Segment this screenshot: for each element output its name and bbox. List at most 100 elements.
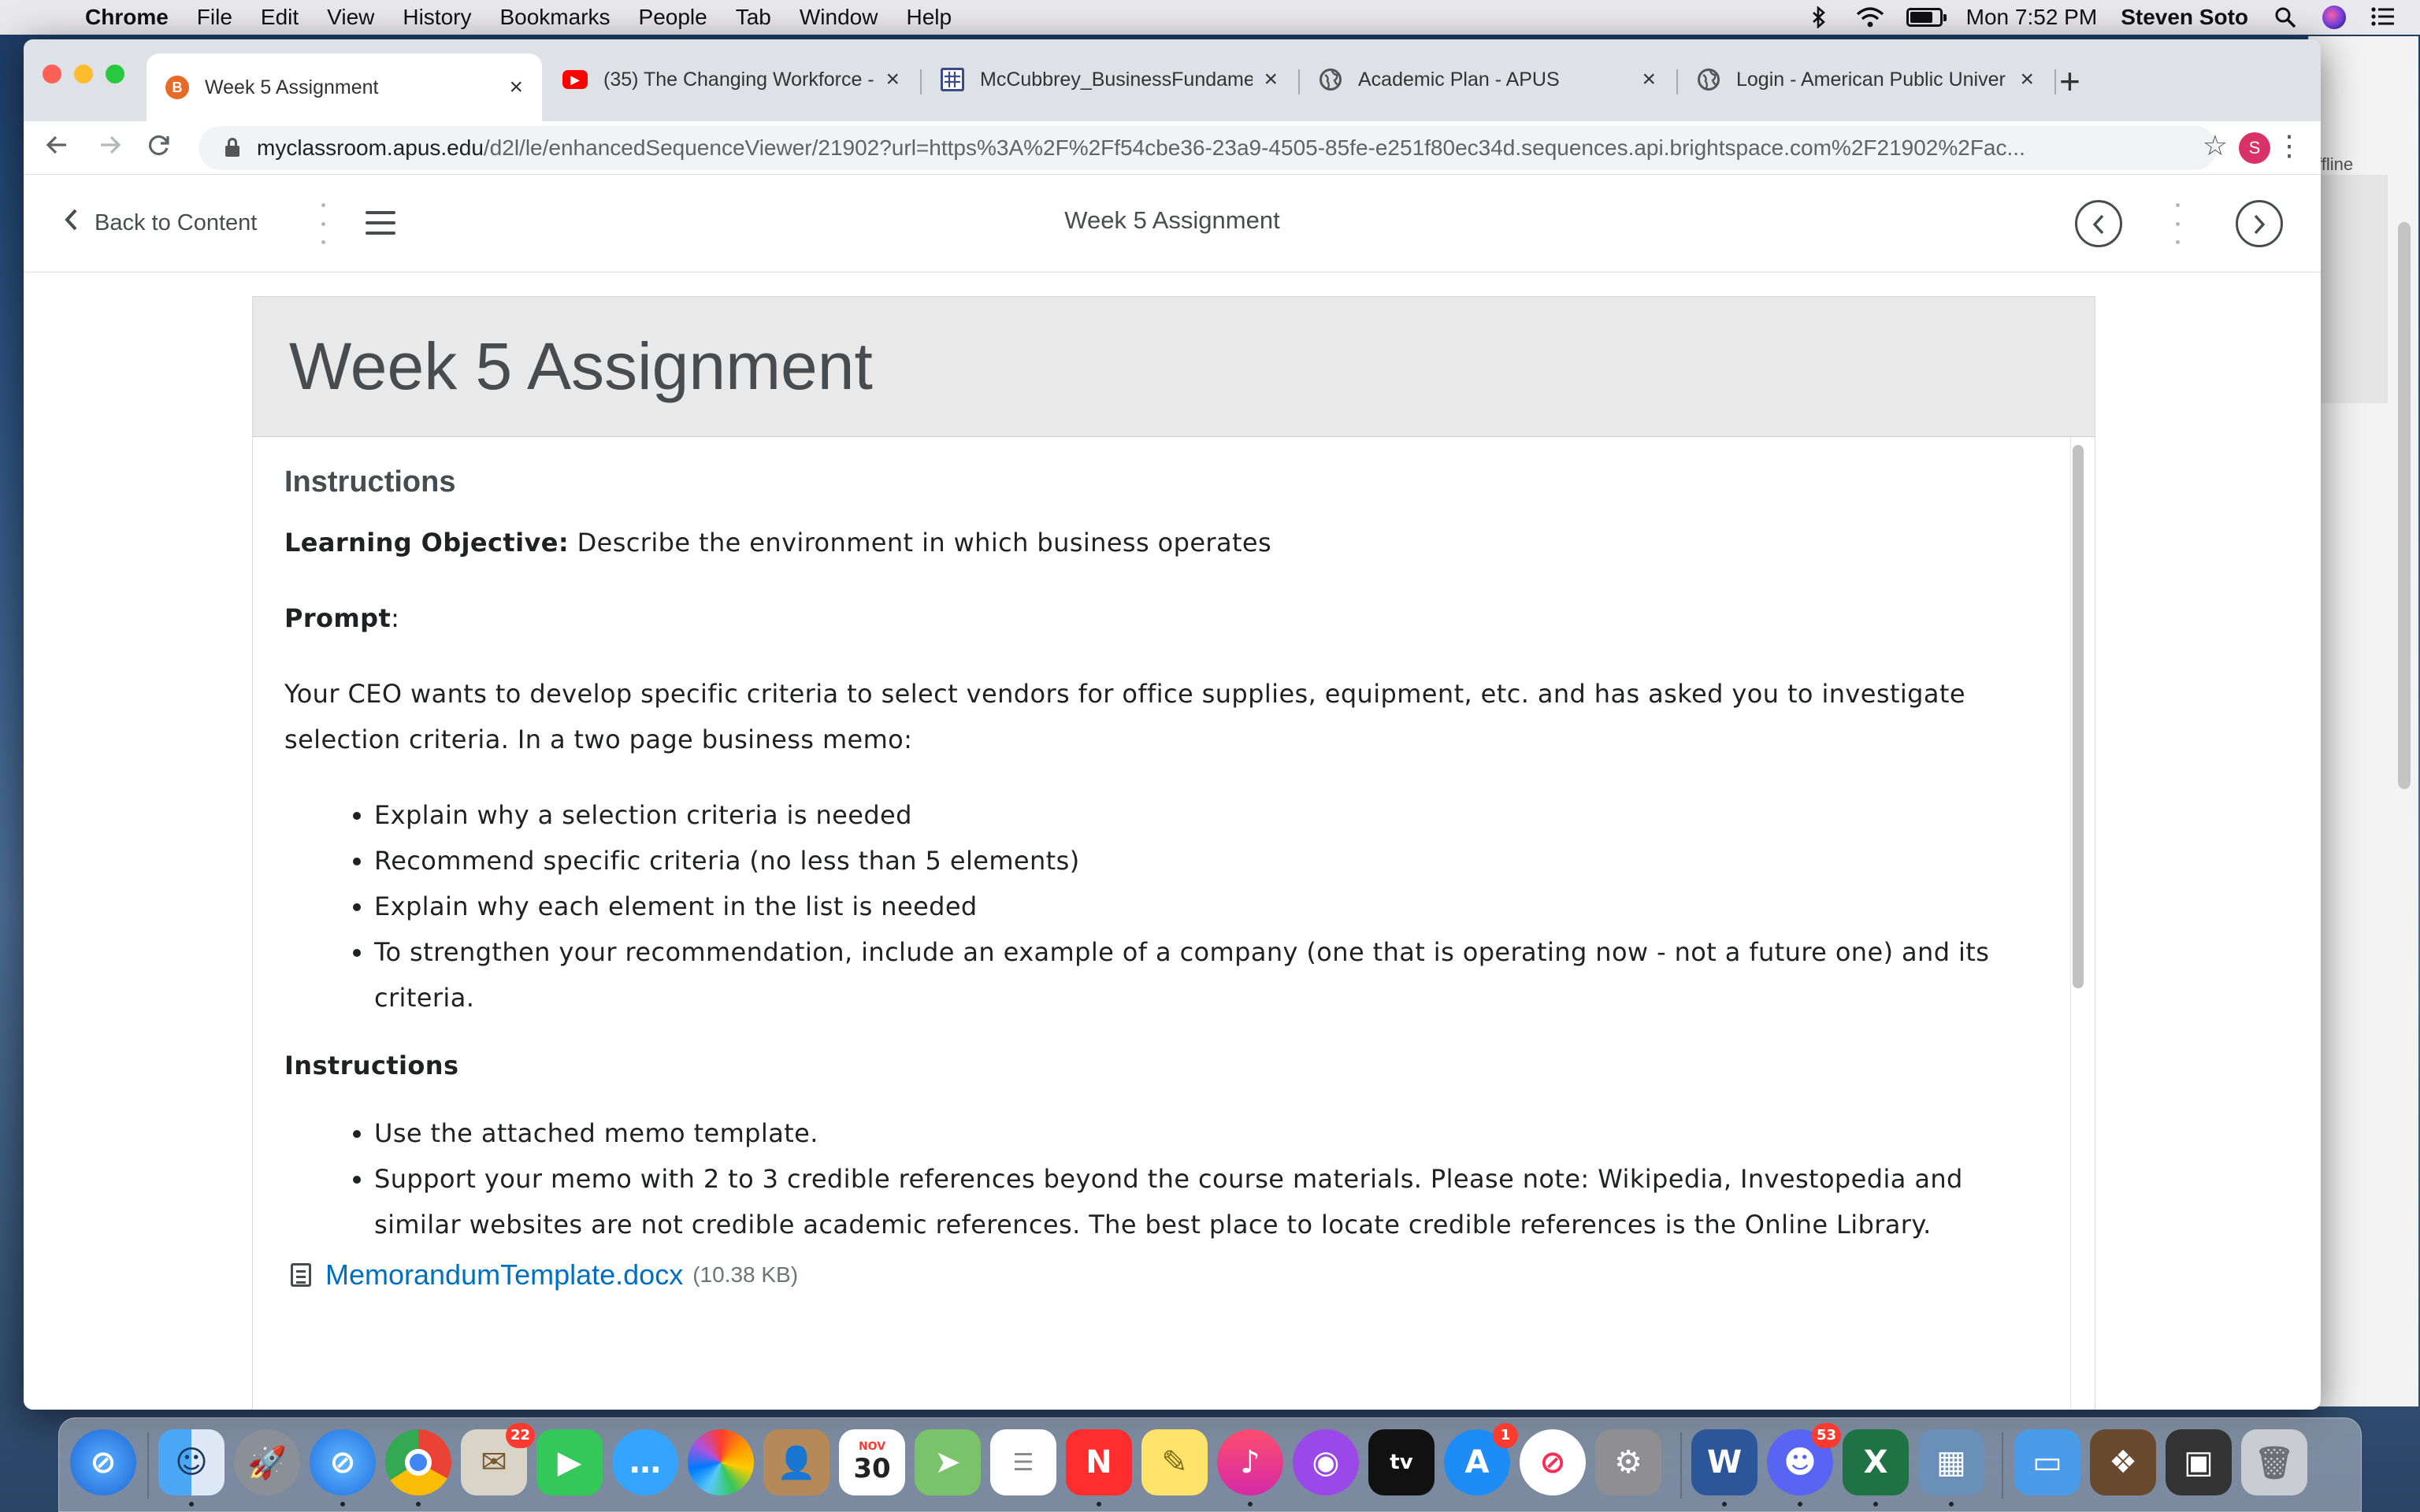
menu-app-chrome[interactable]: Chrome — [85, 5, 169, 30]
tab-mccubbrey-book[interactable]: McCubbrey_BusinessFundame × — [922, 54, 1297, 106]
sequence-viewer-header: Back to Content Week 5 Assignment — [24, 175, 2321, 272]
menu-help[interactable]: Help — [906, 5, 952, 30]
assignment-body-frame: Instructions Learning Objective: Describ… — [253, 437, 2095, 1410]
mail-icon[interactable]: ✉ 22 — [461, 1423, 535, 1495]
tab-strip: B Week 5 Assignment × ▶ (35) The Changin… — [24, 39, 2321, 121]
battery-icon[interactable] — [1906, 8, 1947, 27]
next-topic-button[interactable] — [2236, 200, 2283, 247]
tab-title: Login - American Public Univer — [1736, 68, 2006, 91]
screenshot-stack-icon[interactable]: ▣ — [2166, 1429, 2232, 1495]
system-preferences-icon[interactable]: ⚙ — [1595, 1429, 1661, 1495]
downloads-folder-icon[interactable]: ▭ — [2014, 1429, 2080, 1495]
close-window-button[interactable] — [43, 65, 61, 83]
minimize-window-button[interactable] — [74, 65, 93, 83]
prompt-colon: : — [391, 603, 400, 633]
tab-changing-workforce[interactable]: ▶ (35) The Changing Workforce - × — [544, 54, 919, 106]
list-item: Support your memo with 2 to 3 credible r… — [374, 1156, 2049, 1247]
url-host: myclassroom.apus.edu — [257, 135, 484, 160]
back-arrow-icon[interactable] — [39, 131, 74, 164]
photos-icon[interactable] — [688, 1429, 754, 1495]
tab-close-icon[interactable]: × — [509, 74, 523, 101]
menu-people[interactable]: People — [639, 5, 707, 30]
discord-icon[interactable]: ☻ 53 — [1767, 1423, 1841, 1506]
dock-separator — [1680, 1432, 1682, 1499]
contacts-icon[interactable]: 👤 — [763, 1429, 830, 1495]
menu-window[interactable]: Window — [800, 5, 878, 30]
facetime-icon[interactable]: ▶ — [536, 1429, 603, 1495]
bookmark-star-icon[interactable]: ☆ — [2203, 129, 2228, 162]
preview-icon[interactable]: ▦ — [1918, 1429, 1984, 1506]
menu-edit[interactable]: Edit — [261, 5, 299, 30]
chrome-icon[interactable] — [385, 1429, 451, 1506]
safari-icon[interactable]: ⊘ — [70, 1429, 136, 1495]
new-tab-plus-icon[interactable]: + — [2059, 60, 2080, 102]
tab-close-icon[interactable]: × — [2020, 66, 2034, 93]
chrome-menu-icon[interactable]: ⋮ — [2275, 129, 2303, 162]
wifi-icon[interactable] — [1856, 6, 1884, 28]
instructions-bullet-list: Use the attached memo template. Support … — [374, 1110, 2049, 1247]
menu-clock[interactable]: Mon 7:52 PM — [1966, 5, 2098, 30]
youtube-favicon-icon: ▶ — [562, 70, 588, 89]
forward-arrow-icon[interactable] — [93, 131, 128, 164]
menu-user-name[interactable]: Steven Soto — [2121, 5, 2248, 30]
prompt-bullet-list: Explain why a selection criteria is need… — [374, 792, 2049, 1021]
address-bar[interactable]: myclassroom.apus.edu/d2l/le/enhancedSequ… — [199, 126, 2217, 170]
notification-center-icon[interactable] — [2370, 6, 2396, 28]
prompt-text: Your CEO wants to develop specific crite… — [284, 679, 1965, 754]
tab-title: (35) The Changing Workforce - — [603, 68, 874, 91]
attachment-link[interactable]: MemorandumTemplate.docx — [325, 1258, 683, 1292]
bluetooth-icon[interactable] — [1806, 6, 1832, 29]
fullscreen-window-button[interactable] — [106, 65, 124, 83]
macos-dock: ⊘ ☺ 🚀 ⊘ ✉ 22 ▶ … 👤 NOV 30 ➤ ☰ N ✎ ♪ ◉ tv A… — [58, 1418, 2362, 1512]
calendar-day: 30 — [853, 1453, 891, 1484]
spotlight-search-icon[interactable] — [2272, 6, 2299, 28]
menu-file[interactable]: File — [197, 5, 232, 30]
tab-close-icon[interactable]: × — [1264, 66, 1278, 93]
launchpad-icon[interactable]: 🚀 — [234, 1429, 300, 1495]
notes-icon[interactable]: ✎ — [1141, 1429, 1208, 1495]
apple-news-icon[interactable]: ⊘ — [1520, 1429, 1586, 1495]
attachment: MemorandumTemplate.docx (10.38 KB) — [291, 1258, 2049, 1292]
content-area: Week 5 Assignment Instructions Learning … — [24, 272, 2321, 1410]
reload-icon[interactable] — [142, 131, 176, 164]
safari-browser-icon[interactable]: ⊘ — [310, 1429, 376, 1506]
browser-toolbar: myclassroom.apus.edu/d2l/le/enhancedSequ… — [24, 121, 2321, 175]
prompt-label-line: Prompt: — [284, 595, 2049, 641]
macos-menu-bar: Chrome File Edit View History Bookmarks … — [0, 0, 2420, 35]
tab-close-icon[interactable]: × — [1642, 66, 1656, 93]
previous-topic-button[interactable] — [2075, 200, 2122, 247]
tab-title: Week 5 Assignment — [205, 76, 379, 98]
trash-icon[interactable]: 🗑 — [2241, 1429, 2307, 1495]
messages-icon[interactable]: … — [612, 1429, 678, 1495]
maps-icon[interactable]: ➤ — [915, 1429, 981, 1495]
tab-apus-login[interactable]: Login - American Public Univer × — [1678, 54, 2053, 106]
news-icon[interactable]: N — [1066, 1429, 1132, 1506]
background-window-scrollbar[interactable] — [2398, 222, 2411, 789]
body-scrollbar[interactable] — [2073, 445, 2084, 988]
lock-icon[interactable] — [221, 135, 244, 161]
menu-view[interactable]: View — [327, 5, 374, 30]
app-store-icon[interactable]: A1 — [1444, 1423, 1518, 1495]
apple-tv-icon[interactable]: tv — [1368, 1429, 1435, 1495]
menu-history[interactable]: History — [403, 5, 471, 30]
menu-tab[interactable]: Tab — [736, 5, 771, 30]
microsoft-word-icon[interactable]: W — [1691, 1429, 1757, 1506]
tab-close-icon[interactable]: × — [885, 66, 900, 93]
tab-week5-assignment[interactable]: B Week 5 Assignment × — [147, 54, 542, 121]
microsoft-excel-icon[interactable]: X — [1843, 1429, 1909, 1506]
music-icon[interactable]: ♪ — [1217, 1429, 1283, 1506]
background-window-panel — [2309, 175, 2388, 403]
learning-objective: Learning Objective: Describe the environ… — [284, 520, 2049, 565]
url-path: /d2l/le/enhancedSequenceViewer/21902?url… — [483, 135, 2025, 160]
menu-bookmarks[interactable]: Bookmarks — [499, 5, 610, 30]
reminders-icon[interactable]: ☰ — [990, 1429, 1056, 1495]
recent-item-thumbnail-icon[interactable]: ❖ — [2090, 1429, 2156, 1495]
profile-avatar[interactable]: S — [2239, 132, 2270, 164]
siri-icon[interactable] — [2322, 6, 2346, 29]
podcasts-icon[interactable]: ◉ — [1293, 1429, 1359, 1495]
tab-title: McCubbrey_BusinessFundame — [980, 68, 1253, 91]
finder-icon[interactable]: ☺ — [158, 1429, 225, 1506]
tab-academic-plan[interactable]: Academic Plan - APUS × — [1300, 54, 1675, 106]
calendar-icon[interactable]: NOV 30 — [839, 1429, 905, 1495]
instructions-subheading: Instructions — [284, 1051, 459, 1080]
